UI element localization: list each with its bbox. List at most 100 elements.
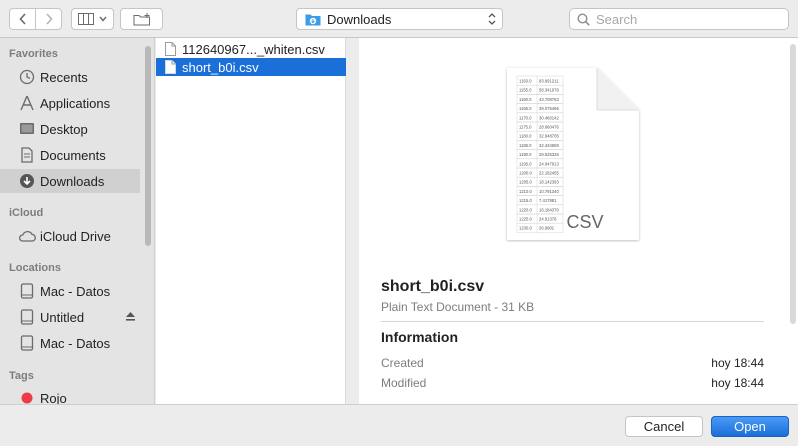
csv-thumbnail-cell: 1205.0 (519, 180, 532, 185)
sidebar-item-desktop[interactable]: Desktop (0, 117, 140, 141)
csv-thumbnail-cell: 1225.0 (519, 217, 532, 222)
forward-button[interactable] (36, 9, 61, 29)
search-input[interactable] (596, 11, 776, 27)
download-icon (18, 172, 36, 190)
csv-thumbnail-cell: 1200.0 (519, 171, 532, 176)
applications-icon (18, 94, 36, 112)
file-icon (165, 42, 176, 56)
drive-icon (18, 282, 36, 300)
sidebar-item-recents[interactable]: Recents (0, 65, 140, 89)
csv-thumbnail-cell: 16.184370 (539, 207, 559, 212)
csv-thumbnail-cell: 1195.0 (519, 161, 532, 166)
new-folder-icon (133, 12, 150, 25)
csv-thumbnail-cell: 1165.0 (519, 106, 532, 111)
desktop-icon (18, 120, 36, 138)
sidebar-item-tag-rojo[interactable]: Rojo (0, 386, 140, 404)
toolbar: Downloads (0, 0, 798, 38)
sidebar-item-label: Mac - Datos (40, 335, 111, 351)
csv-thumbnail-cell: 30.460142 (539, 115, 559, 120)
csv-thumbnail-cell: 43.708763 (539, 97, 559, 102)
eject-icon[interactable] (125, 310, 136, 325)
csv-thumbnail-cell: 1175.0 (519, 125, 532, 130)
clock-icon (18, 68, 36, 86)
csv-thumbnail-cell: 1220.0 (519, 207, 532, 212)
search-icon (577, 12, 590, 26)
nav-back-forward (9, 8, 62, 30)
chevron-down-icon (99, 16, 107, 22)
csv-document-thumbnail: 1150.0 83.991211 1155.0 58.341976 1160.0 43.7… (507, 68, 639, 240)
sidebar-item-applications[interactable]: Applications (0, 91, 140, 115)
csv-thumbnail-cell: 1170.0 (519, 115, 532, 120)
csv-thumbnail-cell: 1190.0 (519, 152, 532, 157)
created-row: Created hoy 18:44 (381, 356, 764, 374)
bottom-bar: Cancel Open (0, 404, 798, 446)
open-button[interactable]: Open (711, 416, 789, 437)
preview-pane: 1150.0 83.991211 1155.0 58.341976 1160.0 43.7… (359, 38, 798, 404)
file-list-column: 112640967..._whiten.csv short_b0i.csv (156, 38, 346, 404)
csv-thumbnail-cell: 28.525326 (539, 152, 559, 157)
sidebar-section-locations: Locations (9, 262, 61, 274)
sidebar-item-label: Untitled (40, 309, 85, 325)
search-field[interactable] (569, 8, 789, 30)
preview-file-name: short_b0i.csv (381, 278, 485, 295)
csv-thumbnail-cell: 1210.0 (519, 189, 532, 194)
file-row[interactable]: 112640967..._whiten.csv (156, 40, 346, 58)
file-row-selected[interactable]: short_b0i.csv (156, 58, 346, 76)
sidebar-item-mac-datos-1[interactable]: Mac - Datos (0, 279, 140, 303)
chevron-left-icon (18, 13, 26, 25)
chevron-right-icon (45, 13, 53, 25)
up-down-chevron-icon (488, 13, 496, 25)
drive-icon (18, 334, 36, 352)
sidebar-item-untitled[interactable]: Untitled (0, 305, 140, 329)
downloads-folder-icon (305, 14, 321, 25)
columns-view-icon (78, 13, 94, 25)
csv-thumbnail-cell: 26.9901 (539, 226, 555, 231)
csv-thumbnail-cell: 32.434659 (539, 143, 559, 148)
preview-file-kind: Plain Text Document - 31 KB (381, 300, 535, 314)
csv-thumbnail-cell: 32.948705 (539, 134, 559, 139)
csv-thumbnail-cell: 24.91376 (539, 217, 557, 222)
sidebar-section-icloud: iCloud (9, 207, 44, 219)
location-popup[interactable]: Downloads (296, 8, 503, 30)
preview-divider (381, 321, 764, 322)
csv-thumbnail-cell: 28.660476 (539, 125, 559, 130)
sidebar-scrollbar[interactable] (145, 46, 151, 246)
csv-thumbnail-cell: 1185.0 (519, 143, 532, 148)
sidebar-item-icloud-drive[interactable]: iCloud Drive (0, 224, 140, 248)
sidebar-item-downloads[interactable]: Downloads (0, 169, 140, 193)
tag-color-dot-icon (18, 389, 36, 404)
csv-thumbnail-cell: 1155.0 (519, 88, 532, 93)
sidebar-item-label: Desktop (40, 121, 88, 137)
information-heading: Information (381, 329, 458, 345)
sidebar-item-mac-datos-2[interactable]: Mac - Datos (0, 331, 140, 355)
sidebar-item-label: Rojo (40, 390, 67, 405)
created-value: hoy 18:44 (711, 356, 764, 370)
sidebar-section-tags: Tags (9, 370, 34, 382)
preview-scrollbar[interactable] (790, 44, 796, 324)
sidebar-item-label: Applications (40, 95, 111, 111)
csv-thumbnail-cell: 1230.0 (519, 226, 532, 231)
back-button[interactable] (10, 9, 36, 29)
sidebar-section-favorites: Favorites (9, 48, 58, 60)
sidebar-item-label: Recents (40, 69, 88, 85)
sidebar-item-label: Downloads (40, 173, 105, 189)
cancel-button[interactable]: Cancel (625, 416, 703, 437)
drive-icon (18, 308, 36, 326)
csv-thumbnail-cell: 58.341976 (539, 88, 559, 93)
document-icon (18, 146, 36, 164)
new-folder-button[interactable] (120, 8, 163, 30)
sidebar: Favorites Recents Applications Desktop D… (0, 38, 155, 404)
csv-thumbnail-cell: 18.142393 (539, 180, 559, 185)
sidebar-item-label: Mac - Datos (40, 283, 111, 299)
modified-label: Modified (381, 376, 427, 390)
csv-label: CSV (566, 212, 603, 232)
csv-thumbnail-cell: 10.791340 (539, 189, 559, 194)
cloud-icon (18, 227, 36, 245)
file-name: 112640967..._whiten.csv (182, 41, 325, 57)
csv-thumbnail-cell: 1180.0 (519, 134, 532, 139)
created-label: Created (381, 356, 424, 370)
sidebar-item-documents[interactable]: Documents (0, 143, 140, 167)
view-mode-button[interactable] (71, 8, 114, 30)
csv-thumbnail-cell: 1150.0 (519, 79, 532, 84)
csv-thumbnail-cell: 1215.0 (519, 198, 532, 203)
